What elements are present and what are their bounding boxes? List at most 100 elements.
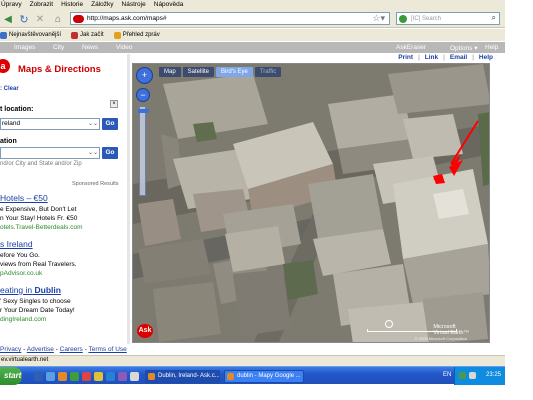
bookmarks-toolbar: Nejnavštěvovanější Jak začít Přehled zpr… (0, 29, 505, 41)
ie-icon[interactable] (46, 372, 55, 381)
link-link[interactable]: Link (425, 54, 438, 63)
menu-help[interactable]: Nápověda (154, 1, 184, 8)
browser-status-bar: ev.virtualearth.net (0, 355, 505, 364)
address-text: http://maps.ask.com/maps# (87, 15, 167, 22)
ask-top-nav: Images City News Video AskEraser Options… (0, 42, 505, 53)
map-help-link[interactable]: Help (479, 54, 493, 63)
map-copyright: © 2008 Microsoft Corporation (414, 336, 467, 341)
bookmark-getting-started[interactable]: Jak začít (71, 31, 104, 39)
tab-traffic[interactable]: Traffic (254, 67, 282, 77)
close-icon[interactable]: × (110, 100, 118, 108)
clear-link[interactable]: : Clear (0, 86, 19, 92)
tab-map[interactable]: Map (159, 67, 181, 77)
start-button[interactable]: start (0, 367, 22, 385)
rss-feed-icon (113, 31, 121, 39)
folder-icon[interactable] (94, 372, 103, 381)
advertise-link[interactable]: Advertise (27, 346, 54, 353)
tab-satellite[interactable]: Satellite (182, 67, 215, 77)
start-location-label: t location: (0, 106, 34, 113)
panel-divider[interactable] (127, 54, 130, 344)
email-link[interactable]: Email (450, 54, 467, 63)
search-engine-icon[interactable] (399, 15, 407, 23)
taskbar-item-google-maps[interactable]: dublin - Mapy Google ... (224, 370, 304, 383)
tray-icon[interactable] (459, 372, 466, 379)
bookmark-news-feed[interactable]: Přehled zpráv (113, 31, 160, 39)
ask-logo-icon: a (0, 59, 10, 73)
destination-label: ation (0, 138, 17, 145)
app-icon[interactable] (118, 372, 127, 381)
ad-text: r Your Dream Date Today! (0, 307, 75, 314)
address-hint: nd/or City and State and/or Zip (0, 161, 82, 167)
tab-birds-eye[interactable]: Bird's Eye (216, 67, 253, 77)
status-text: ev.virtualearth.net (1, 357, 49, 363)
navigation-toolbar: ◀ ↻ ✕ ⌂ http://maps.ask.com/maps# ☆▾ [IC… (0, 9, 505, 28)
nav-news[interactable]: News (82, 44, 98, 51)
ask-map-logo: Ask (137, 324, 153, 338)
options-menu[interactable]: Options ▾ (450, 44, 477, 52)
go-button-start[interactable]: Go (102, 118, 118, 130)
careers-link[interactable]: Careers (60, 346, 83, 353)
ad-url[interactable]: otels.Travel-Betterdeals.com (0, 224, 83, 231)
menu-tools[interactable]: Nástroje (122, 1, 146, 8)
menu-edit[interactable]: Úpravy (1, 1, 22, 8)
nav-video[interactable]: Video (116, 44, 133, 51)
stop-icon[interactable]: ✕ (34, 13, 46, 25)
search-placeholder: [IC] Search (411, 15, 442, 22)
virtual-earth-logo: Microsoft Virtual Earth™ (433, 324, 469, 336)
privacy-link[interactable]: Privacy (0, 346, 21, 353)
address-bar[interactable]: http://maps.ask.com/maps# ☆▾ (70, 12, 390, 25)
compass-icon (385, 320, 393, 328)
menu-history[interactable]: Historie (61, 1, 83, 8)
zoom-slider[interactable] (138, 106, 149, 196)
print-link[interactable]: Print (398, 54, 413, 63)
chevron-down-icon[interactable]: ⌄⌄ (88, 148, 98, 158)
firefox-icon (148, 373, 155, 380)
app-icon[interactable] (70, 372, 79, 381)
directions-panel: a Maps & Directions : Clear × t location… (0, 54, 126, 344)
browser-search-box[interactable]: [IC] Search ⌕ (396, 12, 500, 25)
ask-favicon-icon (73, 15, 84, 23)
language-indicator[interactable]: EN (443, 372, 451, 378)
birds-eye-map[interactable]: + − Map Satellite Bird's Eye Traffic Ask… (132, 63, 490, 343)
back-icon[interactable]: ◀ (2, 13, 14, 25)
ask-eraser-link[interactable]: AskEraser (396, 44, 426, 51)
zoom-out-button[interactable]: − (136, 88, 150, 102)
menu-bookmarks[interactable]: Záložky (91, 1, 113, 8)
nav-images[interactable]: Images (14, 44, 35, 51)
zoom-slider-thumb[interactable] (138, 109, 149, 113)
map-links: Print | Link | Email | Help (398, 54, 493, 63)
nav-city[interactable]: City (53, 44, 64, 51)
app-icon[interactable] (106, 372, 115, 381)
bookmark-star-icon[interactable]: ☆▾ (372, 13, 385, 24)
ad-url[interactable]: pAdvisor.co.uk (0, 270, 42, 277)
zoom-in-button[interactable]: + (136, 67, 153, 84)
terms-link[interactable]: Terms of Use (88, 346, 126, 353)
reload-icon[interactable]: ↻ (18, 13, 30, 26)
search-icon[interactable]: ⌕ (492, 13, 496, 23)
network-icon[interactable] (469, 372, 476, 379)
home-icon[interactable]: ⌂ (52, 13, 64, 25)
help-link[interactable]: Help (485, 44, 498, 51)
footer-links: Privacy - Advertise - Careers - Terms of… (0, 346, 127, 353)
ad-url[interactable]: dingIreland.com (0, 316, 46, 323)
ad-text: n Your Stay! Hotels Fr. €50 (0, 215, 78, 222)
show-desktop-icon[interactable] (34, 372, 43, 381)
ad-text: ' Sexy Singles to choose (0, 298, 71, 305)
ad-title-dating[interactable]: eating in Dublin (0, 285, 61, 295)
ad-title-hotels[interactable]: Hotels – €50 (0, 193, 48, 203)
firefox-icon[interactable] (58, 372, 67, 381)
ad-title-ireland[interactable]: s Ireland (0, 239, 33, 249)
chevron-down-icon[interactable]: ⌄⌄ (88, 119, 98, 129)
app-icon[interactable] (130, 372, 139, 381)
taskbar-item-ask[interactable]: Dublin, Ireland- Ask.c... (145, 370, 220, 383)
destination-input[interactable]: ⌄⌄ (0, 147, 100, 159)
menu-view[interactable]: Zobrazit (30, 1, 53, 8)
clock: 23:25 (485, 372, 501, 378)
browser-menubar: Úpravy Zobrazit Historie Záložky Nástroj… (0, 0, 505, 9)
ad-text: efore You Go. (0, 252, 40, 259)
app-icon[interactable] (82, 372, 91, 381)
bookmark-most-visited[interactable]: Nejnavštěvovanější (0, 31, 61, 39)
most-visited-icon (0, 31, 7, 39)
start-location-input[interactable]: reland ⌄⌄ (0, 118, 100, 130)
go-button-destination[interactable]: Go (102, 147, 118, 159)
